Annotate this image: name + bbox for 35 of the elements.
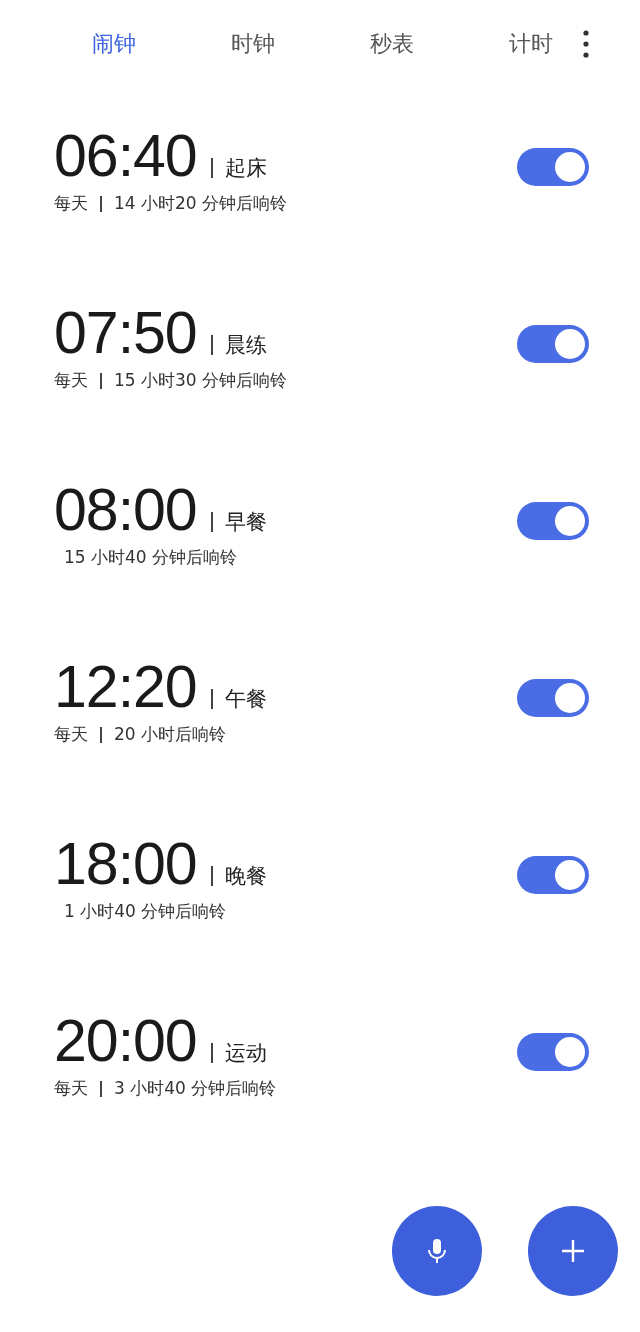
tab[interactable]: 秒表 <box>322 29 461 59</box>
alarm-toggle[interactable] <box>517 1033 589 1071</box>
countdown-text: 1 小时40 分钟后响铃 <box>63 900 227 923</box>
countdown-text: 20 小时后响铃 <box>114 723 227 746</box>
alarm-toggle[interactable] <box>517 148 589 186</box>
alarm-time: 20:00 <box>54 1013 197 1069</box>
alarm-label: 运动 <box>224 1040 267 1067</box>
alarm-toggle[interactable] <box>517 325 589 363</box>
alarm-label: 早餐 <box>224 509 267 536</box>
alarm-time: 06:40 <box>54 128 197 184</box>
tab[interactable]: 闹钟 <box>44 29 183 59</box>
plus-icon <box>561 1239 585 1263</box>
alarm-label: 起床 <box>224 155 267 182</box>
microphone-icon <box>426 1238 448 1264</box>
alarm-label: 晚餐 <box>224 863 267 890</box>
repeat-text: 每天 <box>54 723 88 746</box>
alarm-toggle[interactable] <box>517 856 589 894</box>
alarm-toggle[interactable] <box>517 502 589 540</box>
alarm-time: 12:20 <box>54 659 197 715</box>
alarm-label: 午餐 <box>224 686 267 713</box>
countdown-text: 14 小时20 分钟后响铃 <box>114 192 288 215</box>
repeat-text: 每天 <box>54 369 88 392</box>
countdown-text: 3 小时40 分钟后响铃 <box>114 1077 277 1100</box>
countdown-text: 15 小时30 分钟后响铃 <box>114 369 288 392</box>
repeat-text: 每天 <box>54 1077 88 1100</box>
more-options-icon[interactable] <box>583 30 589 58</box>
tab[interactable]: 计时 <box>461 29 600 59</box>
alarm-time: 07:50 <box>54 305 197 361</box>
countdown-text: 15 小时40 分钟后响铃 <box>63 546 238 569</box>
alarm-toggle[interactable] <box>517 679 589 717</box>
repeat-text: 每天 <box>54 192 88 215</box>
tab[interactable]: 时钟 <box>183 29 322 59</box>
alarm-time: 18:00 <box>54 836 197 892</box>
alarm-time: 08:00 <box>54 482 197 538</box>
alarm-label: 晨练 <box>224 332 267 359</box>
